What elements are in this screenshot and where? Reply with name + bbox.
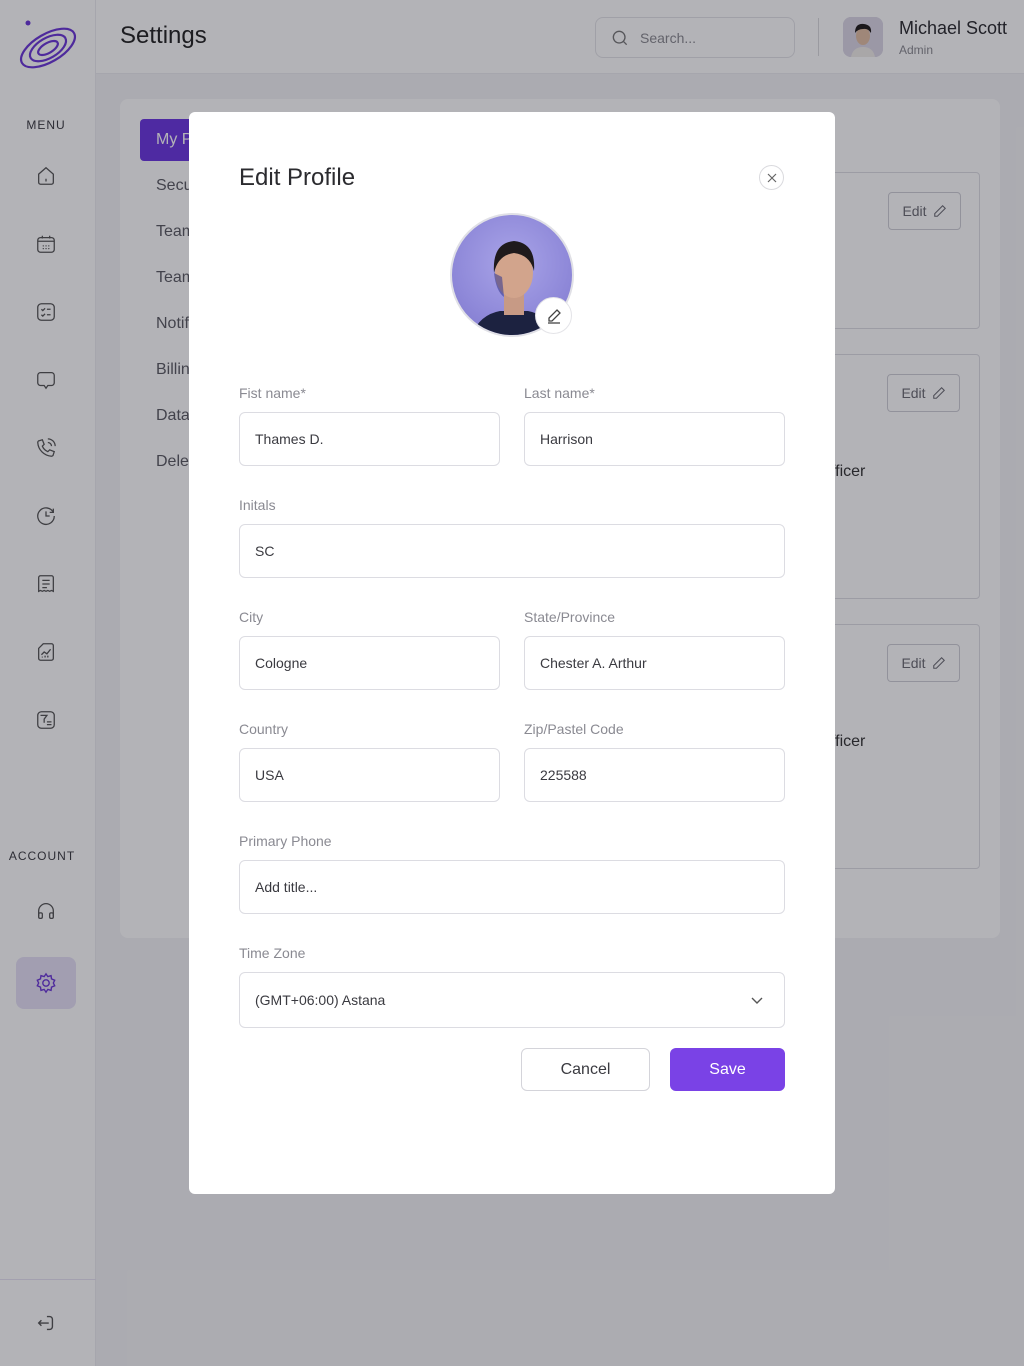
close-button[interactable]: [759, 165, 784, 190]
city-field[interactable]: Cologne: [239, 636, 500, 690]
last-name-label: Last name*: [524, 385, 595, 401]
chevron-down-icon: [751, 997, 763, 1004]
phone-field[interactable]: Add title...: [239, 860, 785, 914]
timezone-label: Time Zone: [239, 945, 306, 961]
timezone-value: (GMT+06:00) Astana: [255, 992, 386, 1008]
state-field[interactable]: Chester A. Arthur: [524, 636, 785, 690]
edit-profile-modal: Edit Profile Fist name* Thames D. Last n…: [189, 112, 835, 1194]
modal-title: Edit Profile: [239, 164, 356, 191]
zip-field[interactable]: 225588: [524, 748, 785, 802]
country-field[interactable]: USA: [239, 748, 500, 802]
initials-field[interactable]: SC: [239, 524, 785, 578]
cancel-button[interactable]: Cancel: [521, 1048, 650, 1091]
first-name-label: Fist name*: [239, 385, 306, 401]
initials-label: Initals: [239, 497, 276, 513]
pencil-icon: [547, 308, 561, 324]
save-button[interactable]: Save: [670, 1048, 785, 1091]
zip-label: Zip/Pastel Code: [524, 721, 624, 737]
country-label: Country: [239, 721, 289, 737]
phone-label: Primary Phone: [239, 833, 332, 849]
city-label: City: [239, 609, 264, 625]
change-photo-button[interactable]: [535, 297, 572, 334]
close-icon: [767, 173, 776, 182]
first-name-field[interactable]: Thames D.: [239, 412, 500, 466]
timezone-select[interactable]: (GMT+06:00) Astana: [239, 972, 785, 1028]
state-label: State/Province: [524, 609, 616, 625]
last-name-field[interactable]: Harrison: [524, 412, 785, 466]
